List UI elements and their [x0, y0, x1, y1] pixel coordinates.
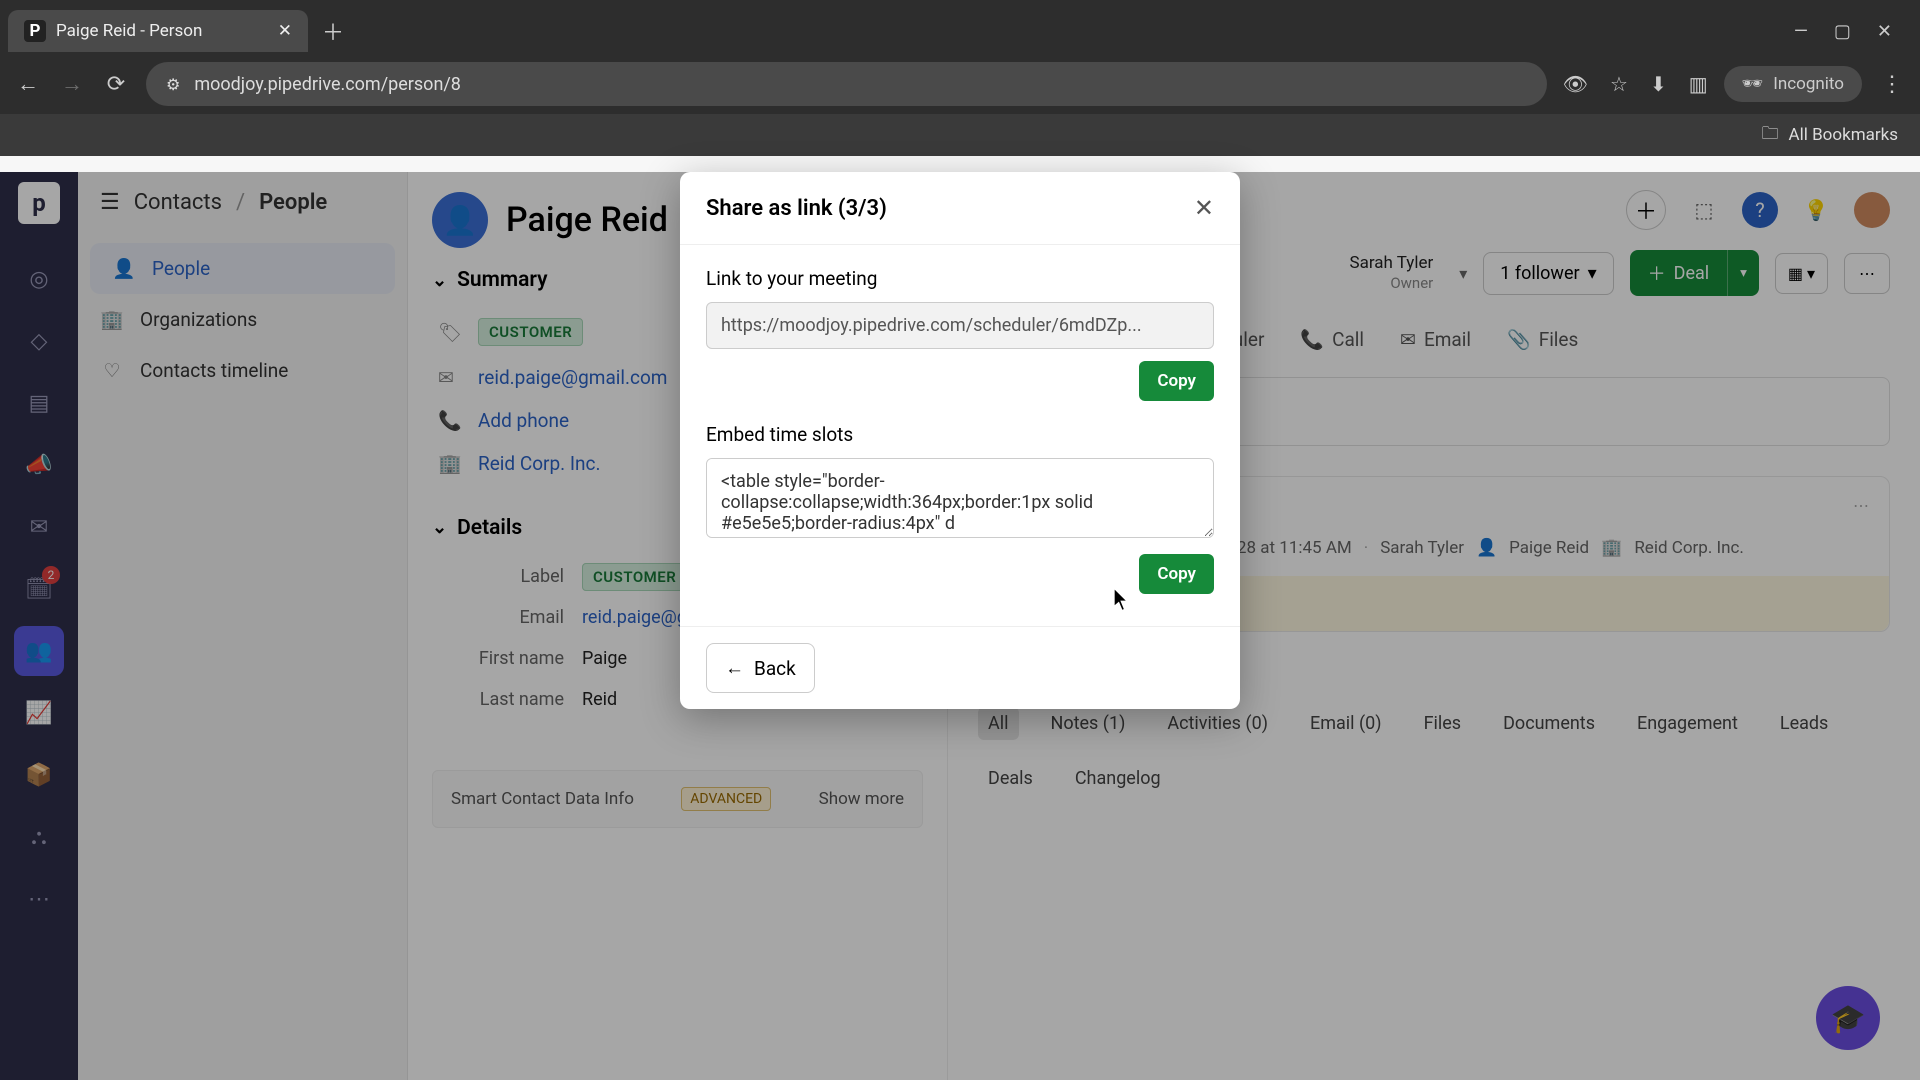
close-window-icon[interactable]: ✕: [1877, 21, 1892, 42]
meeting-link-input[interactable]: [706, 302, 1214, 349]
close-tab-icon[interactable]: ✕: [278, 21, 292, 41]
embed-code-textarea[interactable]: <table style="border-collapse:collapse;w…: [706, 458, 1214, 538]
panel-icon[interactable]: ▥: [1689, 72, 1708, 96]
site-settings-icon[interactable]: ⚙: [166, 75, 180, 94]
back-button[interactable]: ←Back: [706, 643, 815, 693]
all-bookmarks[interactable]: All Bookmarks: [1789, 125, 1898, 145]
browser-chrome: P Paige Reid - Person ✕ ＋ — ▢ ✕ ← → ⟳ ⚙ …: [0, 0, 1920, 130]
modal-title: Share as link (3/3): [706, 196, 887, 221]
tab-title: Paige Reid - Person: [56, 21, 202, 41]
incognito-indicator[interactable]: 🕶 Incognito: [1724, 66, 1862, 102]
kebab-icon[interactable]: ⋮: [1878, 70, 1906, 98]
minimize-icon[interactable]: —: [1794, 21, 1808, 42]
browser-tab[interactable]: P Paige Reid - Person ✕: [8, 10, 308, 52]
url-text: moodjoy.pipedrive.com/person/8: [194, 74, 461, 95]
maximize-icon[interactable]: ▢: [1834, 21, 1851, 42]
arrow-left-icon: ←: [725, 656, 744, 680]
forward-icon[interactable]: →: [58, 70, 86, 98]
reload-icon[interactable]: ⟳: [102, 70, 130, 98]
star-icon[interactable]: ☆: [1610, 72, 1628, 96]
folder-icon: 🗀: [1762, 121, 1779, 150]
copy-link-button[interactable]: Copy: [1139, 361, 1214, 401]
incognito-icon: 🕶: [1742, 74, 1764, 94]
share-link-modal: Share as link (3/3) ✕ Link to your meeti…: [680, 172, 1240, 709]
url-bar[interactable]: ⚙ moodjoy.pipedrive.com/person/8: [146, 62, 1547, 106]
back-icon[interactable]: ←: [14, 70, 42, 98]
close-icon[interactable]: ✕: [1194, 194, 1214, 222]
favicon: P: [24, 20, 46, 42]
new-tab-button[interactable]: ＋: [322, 15, 344, 47]
download-icon[interactable]: ⬇: [1650, 72, 1667, 96]
copy-embed-button[interactable]: Copy: [1139, 554, 1214, 594]
eye-off-icon[interactable]: 👁: [1563, 72, 1588, 96]
embed-label: Embed time slots: [706, 423, 1214, 446]
link-label: Link to your meeting: [706, 267, 1214, 290]
